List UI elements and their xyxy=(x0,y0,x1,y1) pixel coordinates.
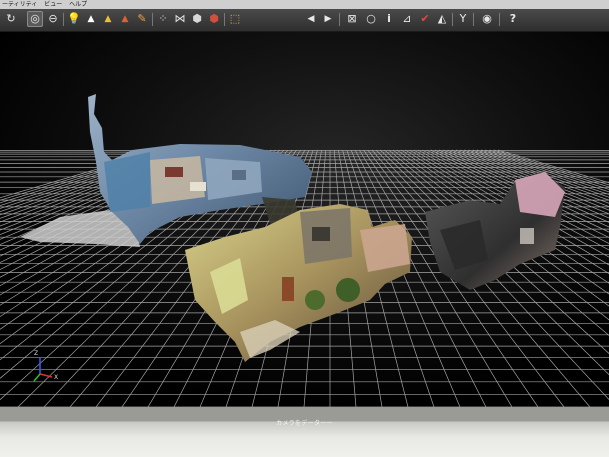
color-icon[interactable]: ▲ xyxy=(117,11,133,27)
wire-icon[interactable]: ⋈ xyxy=(172,11,188,27)
mesh-icon[interactable]: ▲ xyxy=(83,11,99,27)
status-bar xyxy=(0,407,609,457)
solid-icon[interactable]: ⬢ xyxy=(189,11,205,27)
texture-icon[interactable]: ⬢ xyxy=(206,11,222,27)
toolbar-separator xyxy=(499,13,500,26)
menu-item-help[interactable]: ヘルプ xyxy=(69,0,87,9)
fit-view-icon[interactable]: ⬚ xyxy=(227,11,243,27)
lasso-icon[interactable]: ○ xyxy=(363,11,379,27)
menu-item-view[interactable]: ビュー xyxy=(44,0,62,9)
brush-icon[interactable]: ✎ xyxy=(134,11,150,27)
points-icon[interactable]: ⁘ xyxy=(155,11,171,27)
toolbar: ↻ ◎ ⊖ 💡 ▲ ▲ ▲ ✎ ⁘ ⋈ ⬢ ⬢ ⬚ ◀ ▶ ⊠ ○ i ⊿ ✔ … xyxy=(0,9,609,32)
gradient-icon[interactable]: ◭ xyxy=(434,11,450,27)
light-glyph: 💡 xyxy=(67,12,81,25)
warning-icon[interactable]: ▲ xyxy=(100,11,116,27)
help-icon[interactable]: ? xyxy=(505,11,521,27)
viewport-canvas[interactable]: Z X xyxy=(0,32,609,407)
vr-icon[interactable]: ◉ xyxy=(479,11,495,27)
select-icon[interactable]: ⊠ xyxy=(344,11,360,27)
pan-icon[interactable]: ⊖ xyxy=(45,11,61,27)
rotate-icon[interactable]: ↻ xyxy=(3,11,19,27)
3d-viewport[interactable]: Z X xyxy=(0,32,609,407)
menu-bar: ーティリティ ビュー ヘルプ xyxy=(0,0,609,9)
undo-icon[interactable]: ◀ xyxy=(303,11,319,27)
toolbar-separator xyxy=(452,13,453,26)
paint-icon[interactable]: ✔ xyxy=(417,11,433,27)
app-window: ーティリティ ビュー ヘルプ ↻ ◎ ⊖ 💡 ▲ ▲ ▲ ✎ ⁘ ⋈ ⬢ ⬢ ⬚… xyxy=(0,0,609,407)
toolbar-separator xyxy=(473,13,474,26)
measure-icon[interactable]: ⊿ xyxy=(399,11,415,27)
menu-item-utility[interactable]: ーティリティ xyxy=(2,0,37,9)
status-message: カメラをデーターー xyxy=(276,420,333,427)
redo-icon[interactable]: ▶ xyxy=(320,11,336,27)
orbit-icon[interactable]: ◎ xyxy=(27,11,43,27)
toolbar-separator xyxy=(152,13,153,26)
tool-icon[interactable]: Y xyxy=(455,11,471,27)
toolbar-separator xyxy=(224,13,225,26)
axis-label-x: X xyxy=(54,374,58,381)
axis-label-z: Z xyxy=(34,350,38,357)
pin-icon[interactable]: i xyxy=(381,11,397,27)
toolbar-separator xyxy=(339,13,340,26)
light-icon[interactable]: 💡 xyxy=(66,11,82,27)
toolbar-separator xyxy=(63,13,64,26)
